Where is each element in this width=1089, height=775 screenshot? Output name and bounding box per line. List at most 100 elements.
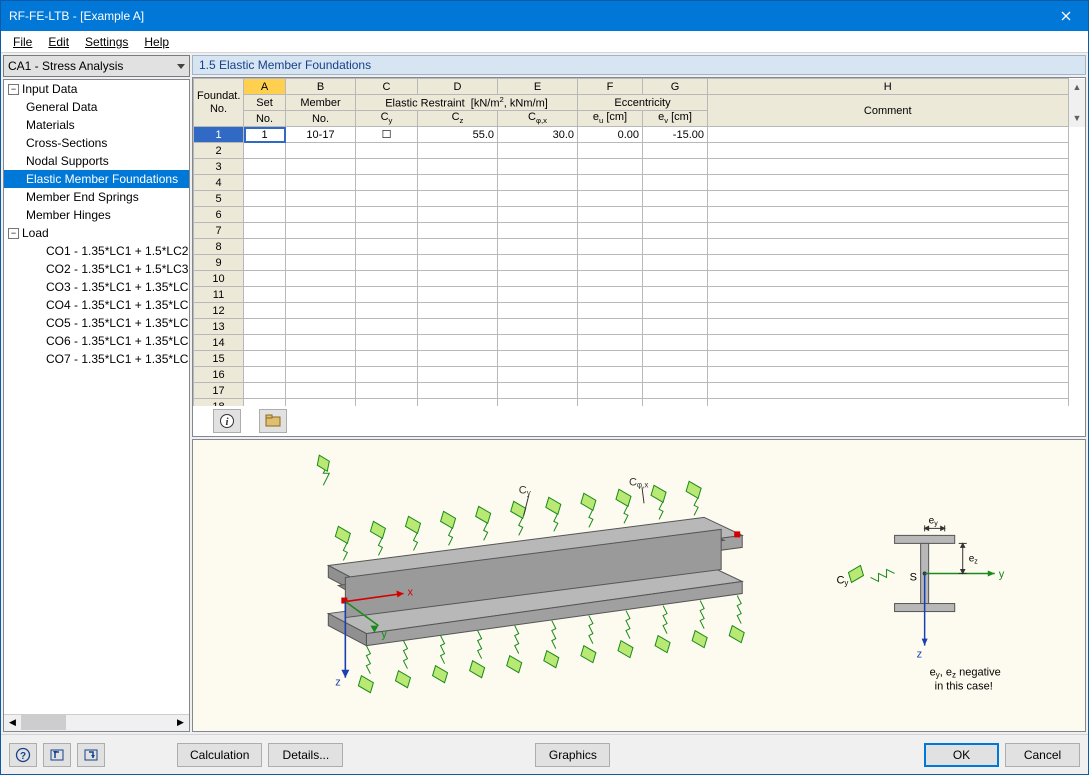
row-header[interactable]: 14 bbox=[194, 335, 244, 351]
cell[interactable] bbox=[708, 351, 1069, 367]
cell[interactable] bbox=[286, 367, 356, 383]
cell[interactable] bbox=[244, 143, 286, 159]
tree-co4[interactable]: CO4 - 1.35*LC1 + 1.35*LC bbox=[4, 296, 189, 314]
cell[interactable] bbox=[356, 191, 418, 207]
cell[interactable] bbox=[578, 207, 643, 223]
cell[interactable] bbox=[244, 335, 286, 351]
cell[interactable] bbox=[356, 399, 418, 407]
cell[interactable] bbox=[286, 207, 356, 223]
details-button[interactable]: Details... bbox=[268, 743, 343, 767]
hdr-cphi[interactable]: Cφ,x bbox=[498, 111, 578, 127]
cell[interactable] bbox=[498, 287, 578, 303]
cell[interactable] bbox=[244, 383, 286, 399]
row-header[interactable]: 6 bbox=[194, 207, 244, 223]
cell[interactable] bbox=[286, 159, 356, 175]
row-header[interactable]: 12 bbox=[194, 303, 244, 319]
cell[interactable] bbox=[356, 207, 418, 223]
table-row[interactable]: 17 bbox=[194, 383, 1086, 399]
cell[interactable] bbox=[498, 351, 578, 367]
tree-general-data[interactable]: General Data bbox=[4, 98, 189, 116]
row-header[interactable]: 13 bbox=[194, 319, 244, 335]
cell[interactable] bbox=[244, 175, 286, 191]
cell[interactable] bbox=[244, 271, 286, 287]
table-row[interactable]: 14 bbox=[194, 335, 1086, 351]
analysis-combo[interactable]: CA1 - Stress Analysis bbox=[3, 55, 190, 77]
cell[interactable] bbox=[643, 159, 708, 175]
col-F[interactable]: F bbox=[578, 79, 643, 95]
cell[interactable] bbox=[244, 303, 286, 319]
cell[interactable] bbox=[418, 207, 498, 223]
cell[interactable] bbox=[244, 319, 286, 335]
cell[interactable] bbox=[643, 319, 708, 335]
cell[interactable] bbox=[643, 399, 708, 407]
cell[interactable] bbox=[498, 207, 578, 223]
cell[interactable] bbox=[643, 191, 708, 207]
cell[interactable] bbox=[286, 303, 356, 319]
cell[interactable] bbox=[578, 335, 643, 351]
col-B[interactable]: B bbox=[286, 79, 356, 95]
cell[interactable] bbox=[418, 271, 498, 287]
cell[interactable]: 30.0 bbox=[498, 127, 578, 143]
cell[interactable] bbox=[643, 287, 708, 303]
table-row[interactable]: 10 bbox=[194, 271, 1086, 287]
cell[interactable] bbox=[643, 175, 708, 191]
cell[interactable] bbox=[578, 239, 643, 255]
cell[interactable] bbox=[418, 159, 498, 175]
col-H[interactable]: H bbox=[708, 79, 1069, 95]
cell[interactable] bbox=[578, 175, 643, 191]
col-G[interactable]: G bbox=[643, 79, 708, 95]
cell[interactable]: 0.00 bbox=[578, 127, 643, 143]
collapse-icon[interactable]: − bbox=[8, 228, 19, 239]
cell[interactable] bbox=[286, 143, 356, 159]
hdr-member-no[interactable]: No. bbox=[286, 111, 356, 127]
cell[interactable] bbox=[418, 383, 498, 399]
cell[interactable] bbox=[578, 191, 643, 207]
tree-load[interactable]: −Load bbox=[4, 224, 189, 242]
cell[interactable] bbox=[498, 303, 578, 319]
row-header[interactable]: 15 bbox=[194, 351, 244, 367]
table-row[interactable]: 13 bbox=[194, 319, 1086, 335]
cell[interactable] bbox=[578, 287, 643, 303]
collapse-icon[interactable]: − bbox=[8, 84, 19, 95]
hdr-comment[interactable]: Comment bbox=[708, 95, 1069, 127]
cell[interactable] bbox=[708, 175, 1069, 191]
cancel-button[interactable]: Cancel bbox=[1005, 743, 1080, 767]
col-A[interactable]: A bbox=[244, 79, 286, 95]
cell[interactable] bbox=[708, 367, 1069, 383]
cell[interactable] bbox=[578, 399, 643, 407]
navigation-tree[interactable]: −Input Data General Data Materials Cross… bbox=[3, 79, 190, 732]
cell[interactable] bbox=[708, 223, 1069, 239]
grid-vscrollbar[interactable]: ▲ ▼ bbox=[1068, 79, 1085, 127]
cell[interactable] bbox=[418, 303, 498, 319]
hdr-member[interactable]: Member bbox=[286, 95, 356, 111]
cell[interactable] bbox=[643, 255, 708, 271]
cell[interactable] bbox=[498, 319, 578, 335]
cell[interactable] bbox=[708, 319, 1069, 335]
cell[interactable] bbox=[356, 383, 418, 399]
cell[interactable] bbox=[356, 143, 418, 159]
table-row[interactable]: 1110-17☐55.030.00.00-15.00 bbox=[194, 127, 1086, 143]
prev-panel-button[interactable] bbox=[43, 743, 71, 767]
menu-settings[interactable]: Settings bbox=[77, 33, 136, 51]
hdr-elastic-restraint[interactable]: Elastic Restraint [kN/m2, kNm/m] bbox=[356, 95, 578, 111]
tree-materials[interactable]: Materials bbox=[4, 116, 189, 134]
cell[interactable] bbox=[708, 143, 1069, 159]
cell[interactable] bbox=[708, 239, 1069, 255]
menu-help[interactable]: Help bbox=[136, 33, 177, 51]
cell[interactable] bbox=[286, 271, 356, 287]
hdr-cy[interactable]: Cy bbox=[356, 111, 418, 127]
cell[interactable] bbox=[578, 303, 643, 319]
tree-nodal-supports[interactable]: Nodal Supports bbox=[4, 152, 189, 170]
cell[interactable] bbox=[356, 303, 418, 319]
cell[interactable] bbox=[418, 175, 498, 191]
cell[interactable] bbox=[578, 159, 643, 175]
ok-button[interactable]: OK bbox=[924, 743, 999, 767]
cell[interactable] bbox=[498, 367, 578, 383]
cell[interactable] bbox=[244, 159, 286, 175]
cell[interactable] bbox=[643, 383, 708, 399]
cell[interactable] bbox=[286, 287, 356, 303]
cell[interactable] bbox=[643, 335, 708, 351]
info-button[interactable]: i bbox=[213, 409, 241, 433]
cell[interactable] bbox=[356, 159, 418, 175]
tree-member-hinges[interactable]: Member Hinges bbox=[4, 206, 189, 224]
